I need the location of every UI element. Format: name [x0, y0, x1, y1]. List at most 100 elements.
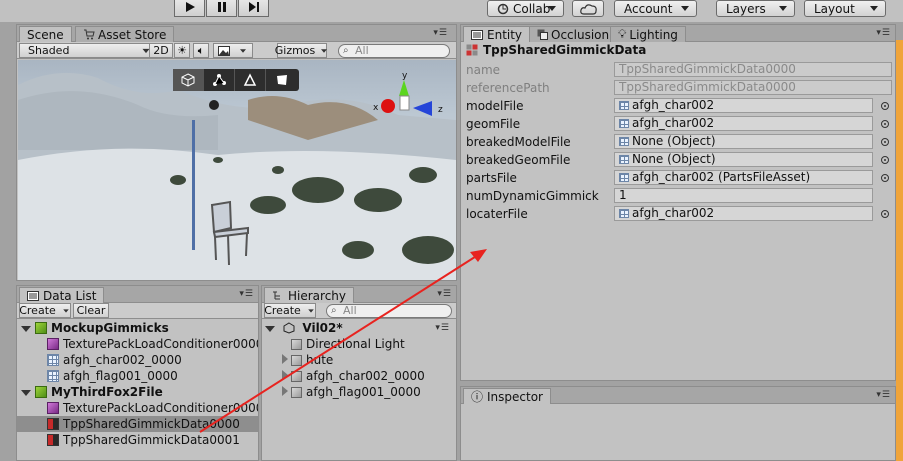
object-picker-icon[interactable]	[881, 174, 889, 182]
tab-lighting-label: Lighting	[629, 27, 678, 42]
layout-dropdown[interactable]: Layout	[804, 0, 886, 17]
clear-button[interactable]: Clear	[73, 303, 109, 318]
chevron-down-icon	[63, 308, 69, 313]
object-picker-icon[interactable]	[881, 210, 889, 218]
data-list-item[interactable]: TppSharedGimmickData0000	[17, 416, 258, 432]
pause-button[interactable]	[206, 0, 237, 17]
data-list-item[interactable]: MyThirdFox2File	[17, 384, 258, 400]
clear-label: Clear	[76, 304, 106, 317]
texture-icon	[47, 402, 59, 414]
data-list-item[interactable]: MockupGimmicks	[17, 320, 258, 336]
shading-dropdown[interactable]: Shaded	[19, 43, 156, 58]
gizmos-dropdown[interactable]: Gizmos	[274, 43, 328, 58]
layout-label: Layout	[814, 1, 855, 16]
hierarchy-item[interactable]: Directional Light	[262, 336, 456, 352]
data-list-item[interactable]: TexturePackLoadConditioner0000	[17, 336, 258, 352]
field-value-input[interactable]: afgh_char002	[614, 98, 873, 113]
step-button[interactable]	[238, 0, 269, 17]
axis-y-label: y	[402, 71, 408, 81]
panel-menu-icon[interactable]: ▾☰	[239, 289, 254, 299]
hierarchy-search-input[interactable]: ⌕ All	[326, 304, 452, 318]
create-dropdown[interactable]: Create	[19, 303, 71, 318]
axis-gizmo[interactable]: y x z	[368, 70, 448, 130]
component-icon	[466, 44, 478, 56]
data-list-item-label: TppSharedGimmickData0000	[63, 417, 240, 431]
expand-arrow-icon[interactable]	[21, 390, 31, 396]
cloud-icon	[580, 3, 597, 15]
draw-tool-button[interactable]	[235, 69, 266, 91]
object-picker-icon[interactable]	[881, 102, 889, 110]
hierarchy-create-dropdown[interactable]: Create	[264, 303, 316, 318]
object-picker-icon[interactable]	[881, 138, 889, 146]
scene-toolbar: Shaded 2D ☀ 🔈︎ Gizmos ⌕ All	[17, 42, 456, 59]
list-icon	[27, 290, 39, 301]
field-value-input[interactable]: afgh_char002	[614, 206, 873, 221]
field-value: afgh_char002	[632, 98, 715, 112]
expand-arrow-icon[interactable]	[282, 354, 288, 364]
play-button[interactable]	[174, 0, 205, 17]
scene-menu-icon[interactable]: ▾☰	[435, 320, 450, 336]
hierarchy-item-label: hute	[306, 353, 334, 367]
view-tool-button[interactable]	[173, 69, 204, 91]
hierarchy-item[interactable]: afgh_flag001_0000	[262, 384, 456, 400]
scene-search-input[interactable]: ⌕ All	[338, 44, 450, 58]
expand-arrow-icon[interactable]	[282, 370, 288, 380]
tab-inspector[interactable]: ⓘ Inspector	[463, 388, 551, 404]
field-value-input[interactable]: 1	[614, 188, 873, 203]
tab-hierarchy-label: Hierarchy	[288, 288, 347, 303]
layers-dropdown[interactable]: Layers	[716, 0, 795, 17]
tab-asset-store[interactable]: Asset Store	[75, 26, 175, 42]
collab-dropdown[interactable]: Collab	[487, 0, 564, 17]
panel-menu-icon[interactable]: ▾☰	[433, 28, 448, 38]
tab-data-list[interactable]: Data List	[19, 287, 105, 303]
tab-occlusion[interactable]: Occlusion	[529, 26, 618, 42]
field-value-input[interactable]: None (Object)	[614, 134, 873, 149]
shading-label: Shaded	[28, 44, 70, 57]
tab-asset-store-label: Asset Store	[98, 27, 167, 42]
expand-arrow-icon[interactable]	[21, 326, 31, 332]
field-value-input: TppSharedGimmickData0000	[614, 80, 892, 95]
hierarchy-item[interactable]: hute	[262, 352, 456, 368]
data-list-item[interactable]: afgh_char002_0000	[17, 352, 258, 368]
panel-menu-icon[interactable]: ▾☰	[876, 390, 891, 400]
entity-panel: Entity Occlusion 💡︎ Lighting ▾☰ TppShare…	[460, 24, 896, 381]
face-tool-button[interactable]	[266, 69, 297, 91]
hierarchy-item-label: Directional Light	[306, 337, 405, 351]
image-icon	[218, 45, 230, 56]
tab-entity[interactable]: Entity	[463, 26, 531, 42]
grid-icon	[47, 354, 59, 366]
2d-label: 2D	[153, 44, 169, 57]
field-value-input[interactable]: afgh_char002	[614, 116, 873, 131]
hierarchy-item[interactable]: afgh_char002_0000	[262, 368, 456, 384]
occlusion-icon	[537, 29, 548, 40]
account-dropdown[interactable]: Account	[614, 0, 697, 17]
expand-arrow-icon[interactable]	[282, 386, 288, 396]
object-picker-icon[interactable]	[881, 120, 889, 128]
node-tool-button[interactable]	[204, 69, 235, 91]
tab-lighting[interactable]: 💡︎ Lighting	[610, 26, 686, 42]
data-list-item[interactable]: TppSharedGimmickData0001	[17, 432, 258, 448]
hierarchy-scene-row[interactable]: Vil02* ▾☰	[265, 320, 456, 336]
tab-hierarchy[interactable]: Hierarchy	[264, 287, 355, 303]
collab-label: Collab	[513, 1, 551, 16]
gizmos-label: Gizmos	[274, 44, 316, 57]
scene-viewport[interactable]: y x z	[18, 60, 456, 280]
field-value-input[interactable]: None (Object)	[614, 152, 873, 167]
panel-menu-icon[interactable]: ▾☰	[437, 289, 452, 299]
field-value: afgh_char002	[632, 116, 715, 130]
2d-toggle[interactable]: 2D	[149, 43, 173, 58]
gimmick-icon	[47, 434, 59, 446]
panel-menu-icon[interactable]: ▾☰	[876, 28, 891, 38]
effects-dropdown[interactable]	[213, 43, 253, 58]
entity-tabbar: Entity Occlusion 💡︎ Lighting ▾☰	[461, 25, 895, 42]
audio-toggle[interactable]: 🔈︎	[193, 43, 209, 58]
lighting-toggle[interactable]: ☀	[174, 43, 190, 58]
data-list-item[interactable]: TexturePackLoadConditioner0000	[17, 400, 258, 416]
field-value-input[interactable]: afgh_char002 (PartsFileAsset)	[614, 170, 873, 185]
field-label: locaterFile	[466, 207, 528, 221]
tab-scene[interactable]: Scene	[19, 26, 72, 42]
cloud-button[interactable]	[572, 0, 604, 17]
object-picker-icon[interactable]	[881, 156, 889, 164]
data-list-item[interactable]: afgh_flag001_0000	[17, 368, 258, 384]
field-label: partsFile	[466, 171, 517, 185]
